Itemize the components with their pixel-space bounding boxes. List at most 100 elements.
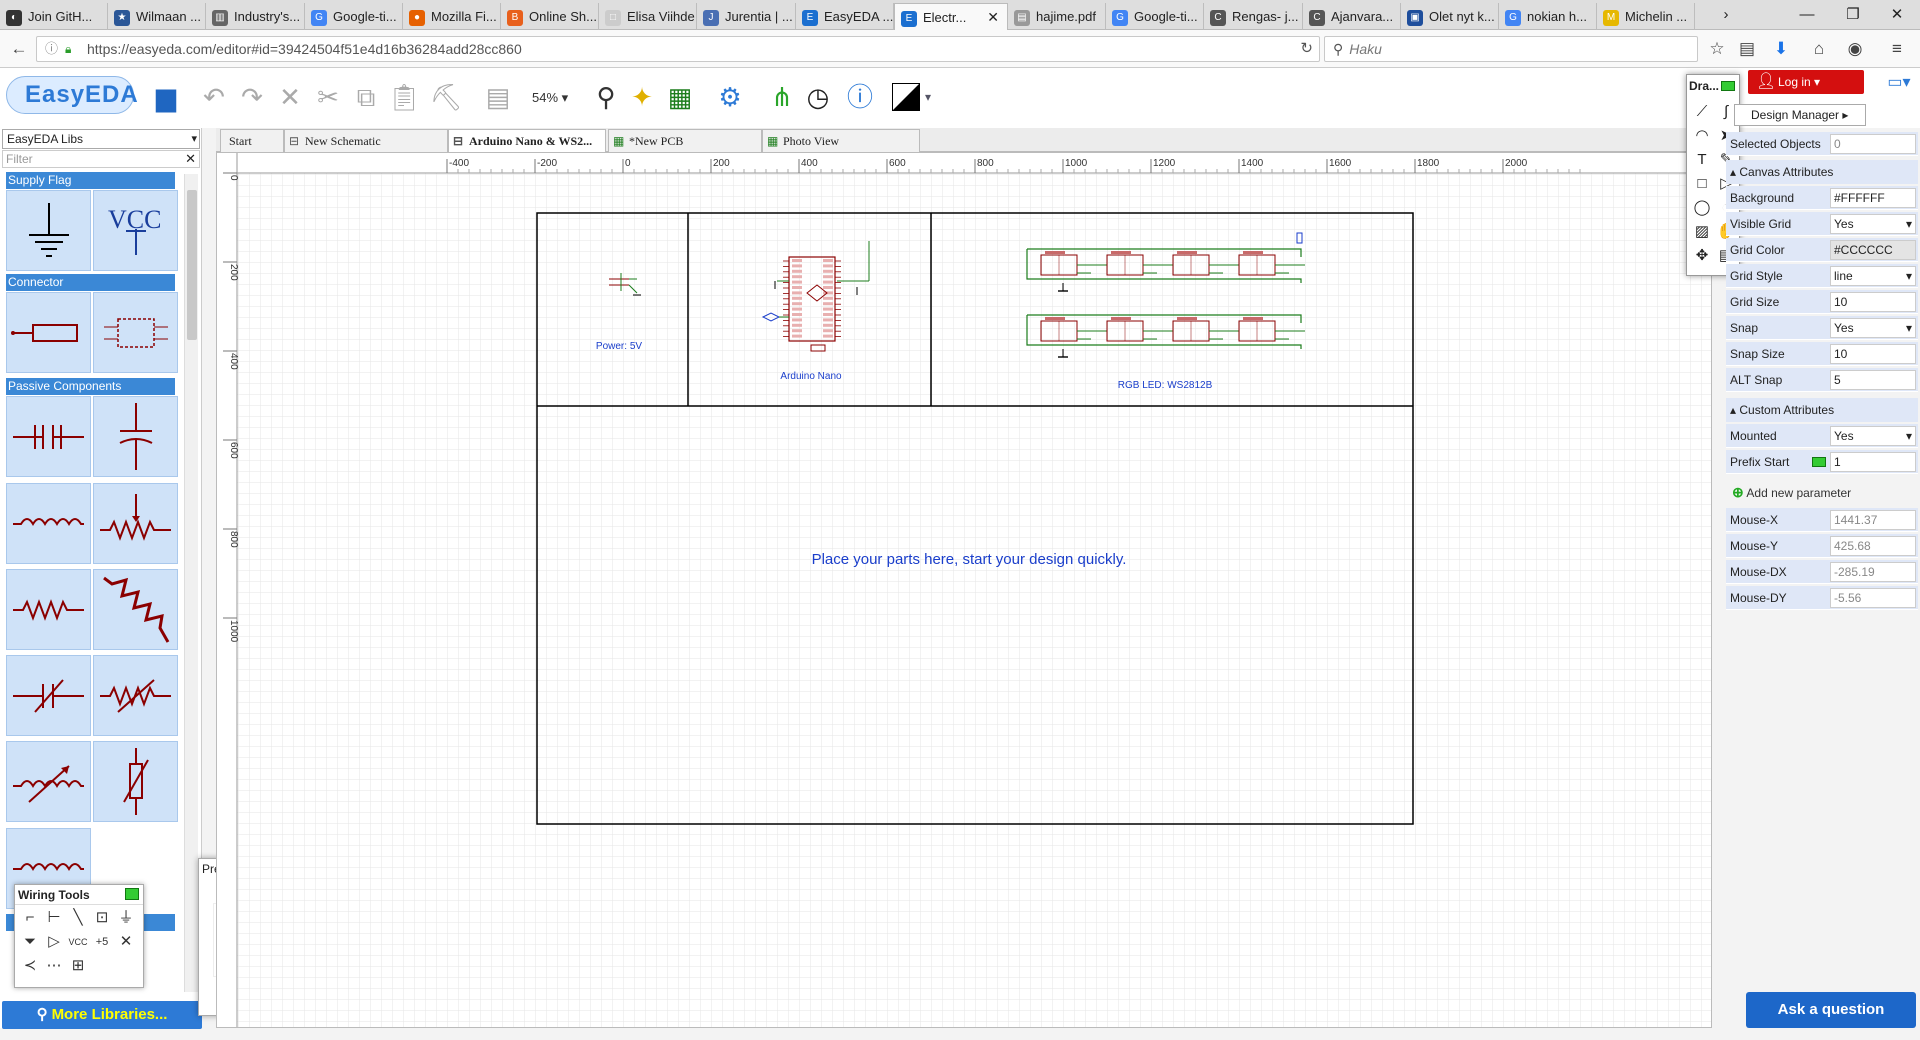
browser-tab[interactable]: □ Elisa Viihde xyxy=(599,3,697,30)
net-label-icon[interactable]: ⊡ xyxy=(91,907,113,929)
browser-tab[interactable]: E EasyEDA ... xyxy=(796,3,894,30)
browser-tab[interactable]: G Google-ti... xyxy=(1106,3,1204,30)
category-supply-flag[interactable]: Supply Flag xyxy=(6,172,175,189)
plus5v-flag-icon[interactable]: +5 xyxy=(91,931,113,953)
redo-icon[interactable]: ↷ xyxy=(234,80,270,114)
ellipse-icon[interactable]: ◯ xyxy=(1691,197,1713,219)
undo-icon[interactable]: ↶ xyxy=(196,80,232,114)
download-icon[interactable]: ⬇ xyxy=(1768,37,1794,61)
bookmark-star-icon[interactable]: ☆ xyxy=(1704,37,1730,61)
scrollbar-thumb[interactable] xyxy=(187,190,197,340)
no-connect-icon[interactable]: ✕ xyxy=(115,931,137,953)
url-bar[interactable]: ⓘ 🔒︎ https://easyeda.com/editor#id=39424… xyxy=(36,36,1320,62)
minimize-icon[interactable]: — xyxy=(1784,0,1830,30)
delete-icon[interactable]: ✕ xyxy=(272,80,308,114)
drag-move-icon[interactable]: ✥ xyxy=(1691,245,1713,267)
help-icon[interactable]: ⓘ xyxy=(842,80,878,114)
schematic-canvas[interactable]: -400 -200 0 200 400 600 800 1000 1200 1400 1600 180… xyxy=(216,152,1712,1028)
part-inductor[interactable] xyxy=(6,483,91,564)
tab-scroll-right-icon[interactable]: › xyxy=(1706,0,1746,30)
library-scrollbar[interactable] xyxy=(184,174,198,992)
paste-icon[interactable]: 📋︎ xyxy=(386,80,422,114)
pin-icon[interactable]: ⋯ xyxy=(43,955,65,977)
align-icon[interactable]: ▤ xyxy=(480,80,516,114)
home-icon[interactable]: ⌂ xyxy=(1806,37,1832,61)
part-resistor[interactable] xyxy=(6,569,91,650)
more-libraries-button[interactable]: ⚲ More Libraries... xyxy=(2,1001,202,1029)
browser-tab[interactable]: ▥ Industry's... xyxy=(206,3,305,30)
part-trimmer-capacitor[interactable] xyxy=(6,655,91,736)
junction-icon[interactable]: ≺ xyxy=(19,955,41,977)
browser-tab[interactable]: G Google-ti... xyxy=(305,3,403,30)
tab-arduino-nano-ws2812[interactable]: ⊟ Arduino Nano & WS2... xyxy=(448,129,606,152)
search-input[interactable]: ⚲ Haku xyxy=(1324,36,1698,62)
browser-tab[interactable]: Gnokian h... xyxy=(1499,3,1597,30)
history-icon[interactable]: ◷ xyxy=(800,80,836,114)
bus-entry-icon[interactable]: ╲ xyxy=(67,907,89,929)
reading-list-icon[interactable]: ▤ xyxy=(1734,37,1760,61)
arc-icon[interactable]: ◠ xyxy=(1691,125,1713,147)
browser-tab[interactable]: ★ Wilmaan ... xyxy=(108,3,206,30)
folder-open-icon[interactable]: ▆ xyxy=(148,80,184,114)
bus-icon[interactable]: ⊢ xyxy=(43,907,65,929)
canvas-drawing[interactable]: -400 -200 0 200 400 600 800 1000 1200 1400 1600 180… xyxy=(217,153,1711,1027)
close-tab-icon[interactable]: ✕ xyxy=(987,4,999,30)
part-ground[interactable] xyxy=(6,190,91,271)
toggle-icon[interactable] xyxy=(1812,457,1826,467)
reload-icon[interactable]: ↻ xyxy=(1300,37,1313,61)
info-icon[interactable]: ⓘ xyxy=(45,37,58,61)
net-flag-icon[interactable]: ▷ xyxy=(43,931,65,953)
part-variable-inductor[interactable] xyxy=(6,741,91,822)
format-painter-icon[interactable]: ⛏ xyxy=(428,80,464,114)
theme-toggle-icon[interactable] xyxy=(892,83,920,111)
cut-icon[interactable]: ✂ xyxy=(310,80,346,114)
rectangle-icon[interactable]: □ xyxy=(1691,173,1713,195)
browser-tab[interactable]: C Ajanvara... xyxy=(1303,3,1401,30)
custom-attributes-section[interactable]: ▴ Custom Attributes xyxy=(1726,398,1918,422)
layout-menu-icon[interactable]: ▭▾ xyxy=(1884,72,1914,94)
part-variable-resistor[interactable] xyxy=(93,655,178,736)
login-button[interactable]: 👤︎ Log in ▾ xyxy=(1748,70,1864,94)
theme-dropdown-icon[interactable]: ▾ xyxy=(918,80,938,114)
part-vcc[interactable]: VCC xyxy=(93,190,178,271)
minimize-panel-icon[interactable] xyxy=(125,888,139,900)
browser-tab[interactable]: B Online Sh... xyxy=(501,3,599,30)
category-passive-components[interactable]: Passive Components xyxy=(6,378,175,395)
zoom-select[interactable]: 54% ▾ xyxy=(532,88,580,108)
browser-tab[interactable]: ● Mozilla Fi... xyxy=(403,3,501,30)
restore-icon[interactable]: ❐ xyxy=(1830,0,1876,30)
tab-photo-view[interactable]: ▦ Photo View xyxy=(762,129,920,152)
part-capacitor[interactable] xyxy=(6,396,91,477)
group-icon[interactable]: ⊞ xyxy=(67,955,89,977)
find-parts-icon[interactable]: ⚲ xyxy=(588,80,624,114)
close-window-icon[interactable]: ✕ xyxy=(1874,0,1920,30)
image-icon[interactable]: ▨ xyxy=(1691,221,1713,243)
browser-tab[interactable]: M Michelin ... xyxy=(1597,3,1695,30)
tab-new-schematic[interactable]: ⊟ New Schematic xyxy=(284,129,448,152)
browser-tab[interactable]: ▣ Olet nyt k... xyxy=(1401,3,1499,30)
vcc-flag-icon[interactable]: VCC xyxy=(67,931,89,953)
wire-icon[interactable]: ⌐ xyxy=(19,907,41,929)
part-capacitor-polar[interactable] xyxy=(93,396,178,477)
menu-icon[interactable]: ≡ xyxy=(1884,37,1910,61)
browser-tab[interactable]: C Rengas- j... xyxy=(1204,3,1303,30)
net-port-icon[interactable]: ⏷ xyxy=(19,931,41,953)
filter-input[interactable]: Filter ✕ xyxy=(2,150,200,168)
tab-new-pcb[interactable]: ▦ *New PCB xyxy=(608,129,762,152)
part-header[interactable] xyxy=(6,292,91,373)
library-select[interactable]: EasyEDA Libs ▾ xyxy=(2,129,200,149)
canvas-attributes-section[interactable]: ▴ Canvas Attributes xyxy=(1726,160,1918,184)
clear-filter-icon[interactable]: ✕ xyxy=(185,151,196,167)
design-manager-button[interactable]: Design Manager ▸ xyxy=(1734,104,1866,126)
part-potentiometer[interactable] xyxy=(93,483,178,564)
part-thermistor[interactable] xyxy=(93,741,178,822)
gnd-icon[interactable]: ⏚ xyxy=(115,907,137,929)
ask-question-button[interactable]: Ask a question xyxy=(1746,992,1916,1028)
minimize-panel-icon[interactable] xyxy=(1721,81,1735,91)
copy-icon[interactable]: ⧉ xyxy=(348,80,384,114)
tab-start[interactable]: Start xyxy=(220,129,284,152)
settings-gear-icon[interactable]: ⚙ xyxy=(712,80,748,114)
pocket-icon[interactable]: ◉ xyxy=(1842,37,1868,61)
add-parameter-button[interactable]: ⊕ Add new parameter xyxy=(1732,482,1851,502)
browser-tab[interactable]: J Jurentia | ... xyxy=(697,3,796,30)
